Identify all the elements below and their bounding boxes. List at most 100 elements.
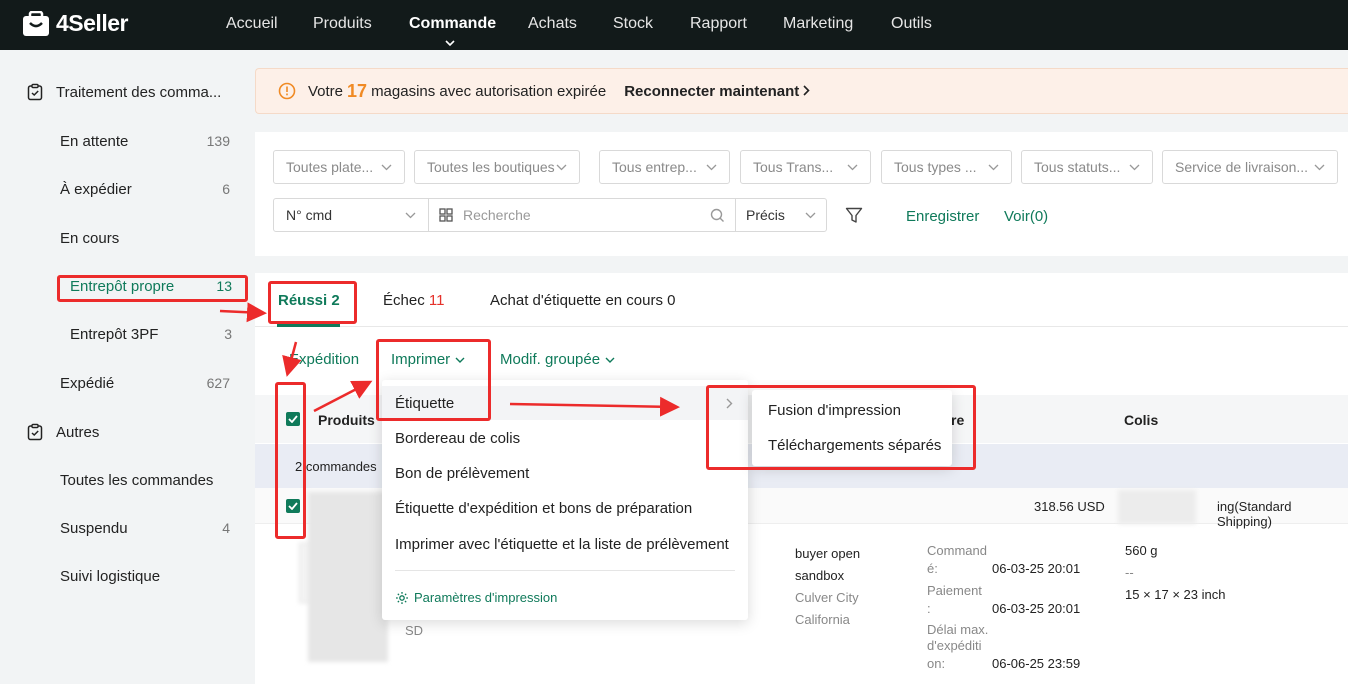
chevron-down-icon: [988, 164, 999, 170]
sidebar-item-label: Toutes les commandes: [60, 472, 214, 489]
menu-item-bordereau[interactable]: Bordereau de colis: [395, 430, 520, 447]
banner-text-after: magasins avec autorisation expirée: [371, 82, 607, 100]
filter-funnel-icon[interactable]: [845, 207, 863, 227]
status-filter[interactable]: Tous statuts...: [1021, 150, 1153, 184]
order-date-label-2: é:: [927, 561, 938, 576]
order-amount: 318.56 USD: [1034, 499, 1105, 514]
sidebar-item-suspendu[interactable]: Suspendu 4: [60, 520, 230, 537]
sidebar-item-label: En attente: [60, 133, 129, 150]
expedition-button[interactable]: Expédition: [289, 351, 359, 368]
sidebar: Traitement des comma... En attente 139 À…: [0, 50, 255, 684]
chevron-down-icon: [847, 164, 858, 170]
nav-rapport[interactable]: Rapport: [690, 15, 747, 33]
chevron-down-icon: [1314, 164, 1325, 170]
print-settings-link[interactable]: Paramètres d'impression: [395, 590, 557, 605]
sidebar-item-expedie[interactable]: Expédié 627: [60, 375, 230, 392]
type-filter[interactable]: Tous types ...: [881, 150, 1012, 184]
tab-label: Échec: [383, 292, 425, 309]
menu-item-imprimer-liste[interactable]: Imprimer avec l'étiquette et la liste de…: [395, 536, 729, 553]
chevron-right-icon[interactable]: [803, 83, 810, 100]
dropdown-value: Tous Trans...: [753, 159, 834, 175]
print-settings-label: Paramètres d'impression: [414, 590, 558, 605]
nav-active-chevron-icon: [445, 34, 455, 50]
customer-city: Culver City: [795, 590, 859, 605]
header-parcel: Colis: [1124, 412, 1159, 428]
customer-name: buyer open: [795, 546, 861, 561]
privacy-blur: [1118, 490, 1196, 524]
tab-count: 11: [428, 292, 445, 309]
parcel-dimensions: 15 × 17 × 23 inch: [1125, 587, 1226, 602]
reconnect-link[interactable]: Reconnecter maintenant: [624, 83, 799, 100]
sidebar-item-label: Suivi logistique: [60, 568, 161, 585]
app-logo[interactable]: 4Seller: [22, 10, 128, 37]
nav-achats[interactable]: Achats: [528, 15, 577, 33]
annotation-box-submenu: [706, 385, 976, 470]
sidebar-item-count: 4: [222, 520, 230, 536]
nav-outils[interactable]: Outils: [891, 15, 932, 33]
chevron-down-icon: [1129, 164, 1140, 170]
banner-text-before: Votre: [308, 82, 344, 100]
clipboard-icon: [26, 83, 44, 101]
chevron-down-icon: [556, 164, 567, 170]
bulk-edit-dropdown-button[interactable]: Modif. groupée: [500, 351, 615, 368]
menu-item-bon-prelevement[interactable]: Bon de prélèvement: [395, 465, 529, 482]
sidebar-item-en-cours[interactable]: En cours: [60, 230, 230, 247]
nav-produits[interactable]: Produits: [313, 15, 372, 33]
sidebar-item-suivi-logistique[interactable]: Suivi logistique: [60, 568, 230, 585]
view-saved-link[interactable]: Voir(0): [1004, 208, 1048, 225]
nav-stock[interactable]: Stock: [613, 15, 653, 33]
sidebar-group-label: Traitement des comma...: [56, 83, 222, 101]
chevron-down-icon: [805, 212, 816, 218]
nav-marketing[interactable]: Marketing: [783, 15, 853, 33]
nav-commande[interactable]: Commande: [409, 15, 496, 33]
gear-icon: [396, 591, 408, 604]
clipboard-icon: [26, 423, 44, 441]
search-mode-select[interactable]: Précis: [736, 199, 826, 231]
bulk-edit-label: Modif. groupée: [500, 351, 601, 368]
search-field-value: N° cmd: [286, 207, 333, 223]
sidebar-item-label: Expédié: [60, 375, 115, 392]
chevron-down-icon: [381, 164, 392, 170]
sidebar-item-toutes-commandes[interactable]: Toutes les commandes: [60, 472, 230, 489]
delivery-service-filter[interactable]: Service de livraison...: [1162, 150, 1338, 184]
warning-icon: [278, 82, 296, 100]
sidebar-group-processing[interactable]: Traitement des comma...: [26, 83, 221, 101]
annotation-box-checkboxes: [275, 382, 306, 539]
chevron-down-icon: [706, 164, 717, 170]
nav-accueil[interactable]: Accueil: [226, 15, 278, 33]
sidebar-item-entrepot-3pf[interactable]: Entrepôt 3PF 3: [70, 326, 232, 343]
platform-filter[interactable]: Toutes plate...: [273, 150, 405, 184]
dropdown-value: Toutes les boutiques: [427, 159, 555, 175]
sidebar-item-count: 6: [222, 181, 230, 197]
dropdown-value: Tous types ...: [894, 159, 977, 175]
dropdown-value: Toutes plate...: [286, 159, 374, 175]
scan-grid-icon: [439, 208, 453, 222]
search-icon[interactable]: [710, 208, 725, 223]
search-input[interactable]: Recherche: [429, 199, 736, 231]
menu-item-etiquette-bons[interactable]: Étiquette d'expédition et bons de prépar…: [395, 500, 692, 517]
save-filter-link[interactable]: Enregistrer: [906, 208, 979, 225]
carrier-filter[interactable]: Tous Trans...: [740, 150, 871, 184]
tab-echec[interactable]: Échec 11: [383, 292, 444, 309]
payment-date: 06-03-25 20:01: [992, 601, 1081, 616]
sidebar-item-count: 139: [206, 133, 230, 149]
dropdown-value: Tous entrep...: [612, 159, 697, 175]
order-date: 06-03-25 20:01: [992, 561, 1081, 576]
tab-achat-etiquette[interactable]: Achat d'étiquette en cours 0: [490, 292, 676, 309]
payment-date-label: Paiement: [927, 583, 982, 598]
chevron-down-icon: [605, 357, 615, 363]
warehouse-filter[interactable]: Tous entrep...: [599, 150, 730, 184]
search-field-select[interactable]: N° cmd: [274, 199, 429, 231]
search-mode-value: Précis: [746, 207, 785, 223]
top-navigation-bar: 4Seller Accueil Produits Commande Achats…: [0, 0, 1348, 50]
shop-filter[interactable]: Toutes les boutiques: [414, 150, 580, 184]
deadline-date: 06-06-25 23:59: [992, 656, 1081, 671]
customer-line2: sandbox: [795, 568, 845, 583]
sidebar-item-a-expedier[interactable]: À expédier 6: [60, 181, 230, 198]
sidebar-item-en-attente[interactable]: En attente 139: [60, 133, 230, 150]
sidebar-item-label: En cours: [60, 230, 120, 247]
menu-divider: [395, 570, 735, 571]
privacy-blur: [308, 492, 388, 662]
dropdown-value: Service de livraison...: [1175, 159, 1309, 175]
sidebar-group-autres[interactable]: Autres: [26, 423, 99, 441]
